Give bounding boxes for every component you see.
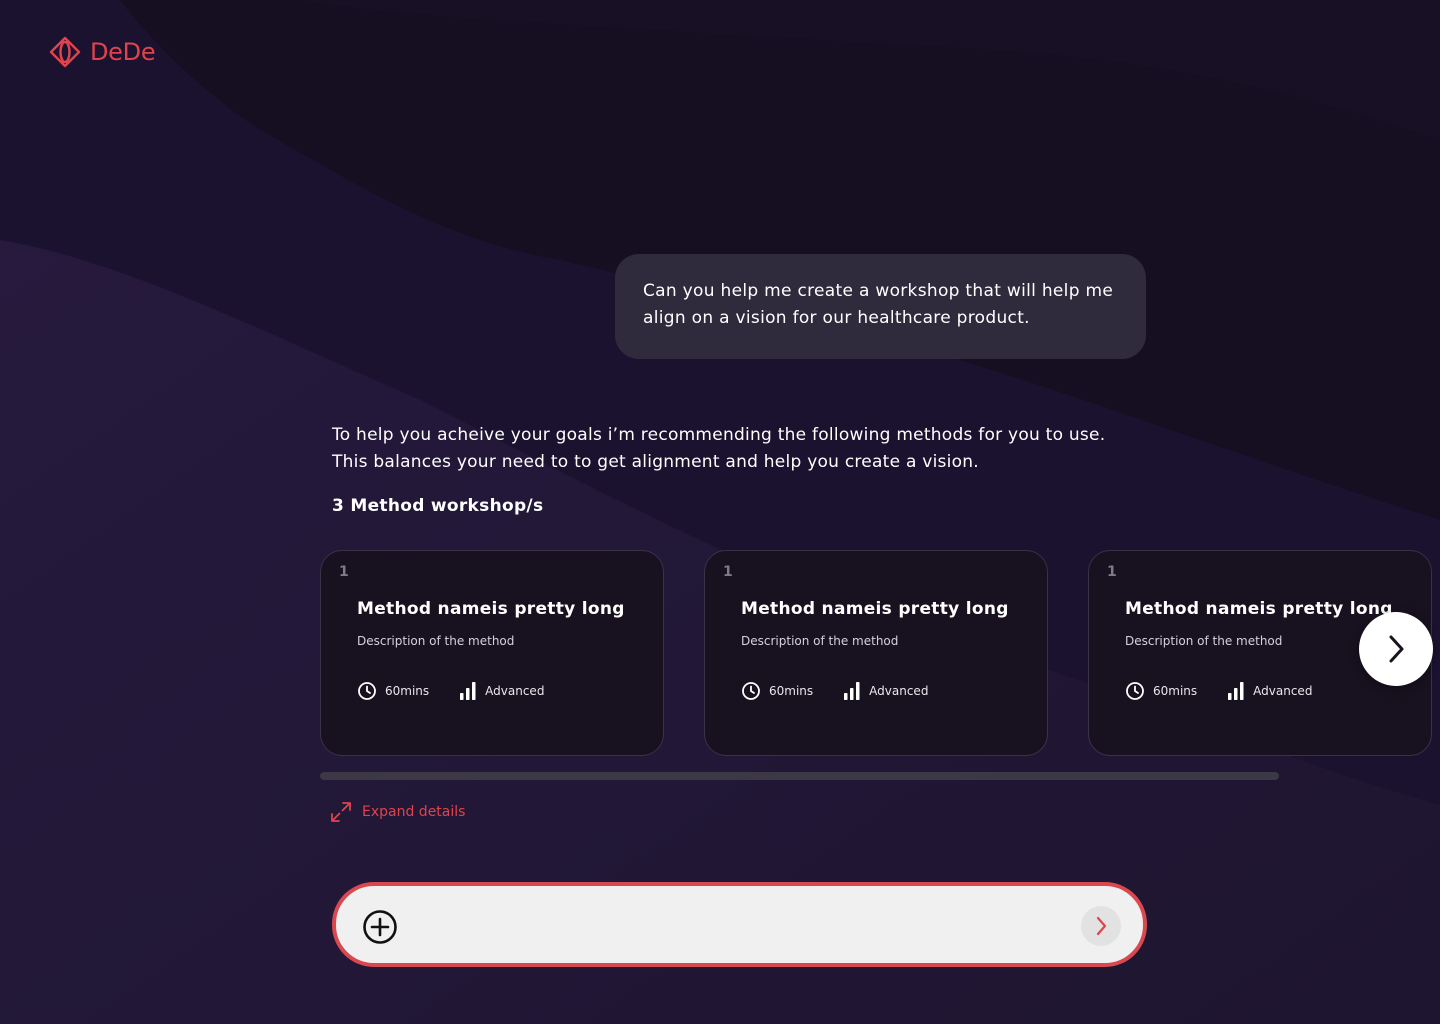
signal-bars-icon <box>844 682 860 700</box>
level-label: Advanced <box>1253 684 1313 698</box>
level-label: Advanced <box>869 684 929 698</box>
assistant-reply: To help you acheive your goals i’m recom… <box>332 422 1152 476</box>
dede-logo-icon <box>49 36 81 68</box>
method-card[interactable]: 1 Method nameis pretty long Description … <box>704 550 1048 756</box>
carousel-scrollbar[interactable] <box>320 772 1279 780</box>
duration: 60mins <box>1125 681 1197 701</box>
brand-name: DeDe <box>90 38 156 66</box>
method-number: 1 <box>339 564 349 580</box>
method-meta: 60mins Advanced <box>1125 681 1312 701</box>
level: Advanced <box>843 681 928 701</box>
method-name: Method nameis pretty long <box>1125 599 1393 619</box>
background-waves <box>0 0 1440 1024</box>
method-description: Description of the method <box>1125 634 1283 648</box>
expand-arrows-icon <box>331 802 351 822</box>
plus-circle-icon[interactable] <box>362 909 398 945</box>
method-description: Description of the method <box>357 634 515 648</box>
level-label: Advanced <box>485 684 545 698</box>
expand-details-label: Expand details <box>362 804 466 820</box>
workshop-title: 3 Method workshop/s <box>332 496 544 516</box>
chat-input-bar <box>332 882 1147 967</box>
chevron-right-icon <box>1389 635 1404 663</box>
clock-icon <box>742 682 760 700</box>
send-chevron-icon <box>1096 916 1107 936</box>
chat-input[interactable] <box>416 906 1070 948</box>
method-carousel: 1 Method nameis pretty long Description … <box>320 550 1440 756</box>
assistant-reply-line: This balances your need to to get alignm… <box>332 452 979 472</box>
duration-label: 60mins <box>769 684 814 698</box>
method-meta: 60mins Advanced <box>741 681 928 701</box>
level: Advanced <box>1227 681 1312 701</box>
clock-icon <box>358 682 376 700</box>
method-meta: 60mins Advanced <box>357 681 544 701</box>
clock-icon <box>1126 682 1144 700</box>
send-button[interactable] <box>1081 906 1121 946</box>
duration: 60mins <box>357 681 429 701</box>
expand-details-button[interactable]: Expand details <box>330 801 465 823</box>
brand-logo[interactable]: DeDe <box>48 36 156 68</box>
method-number: 1 <box>723 564 733 580</box>
duration: 60mins <box>741 681 813 701</box>
method-number: 1 <box>1107 564 1117 580</box>
signal-bars-icon <box>460 682 476 700</box>
duration-label: 60mins <box>385 684 430 698</box>
user-message-bubble: Can you help me create a workshop that w… <box>615 254 1146 359</box>
method-name: Method nameis pretty long <box>741 599 1009 619</box>
level: Advanced <box>459 681 544 701</box>
method-name: Method nameis pretty long <box>357 599 625 619</box>
method-description: Description of the method <box>741 634 899 648</box>
method-card[interactable]: 1 Method nameis pretty long Description … <box>320 550 664 756</box>
carousel-next-button[interactable] <box>1359 612 1433 686</box>
signal-bars-icon <box>1228 682 1244 700</box>
duration-label: 60mins <box>1153 684 1198 698</box>
assistant-reply-line: To help you acheive your goals i’m recom… <box>332 425 1106 445</box>
